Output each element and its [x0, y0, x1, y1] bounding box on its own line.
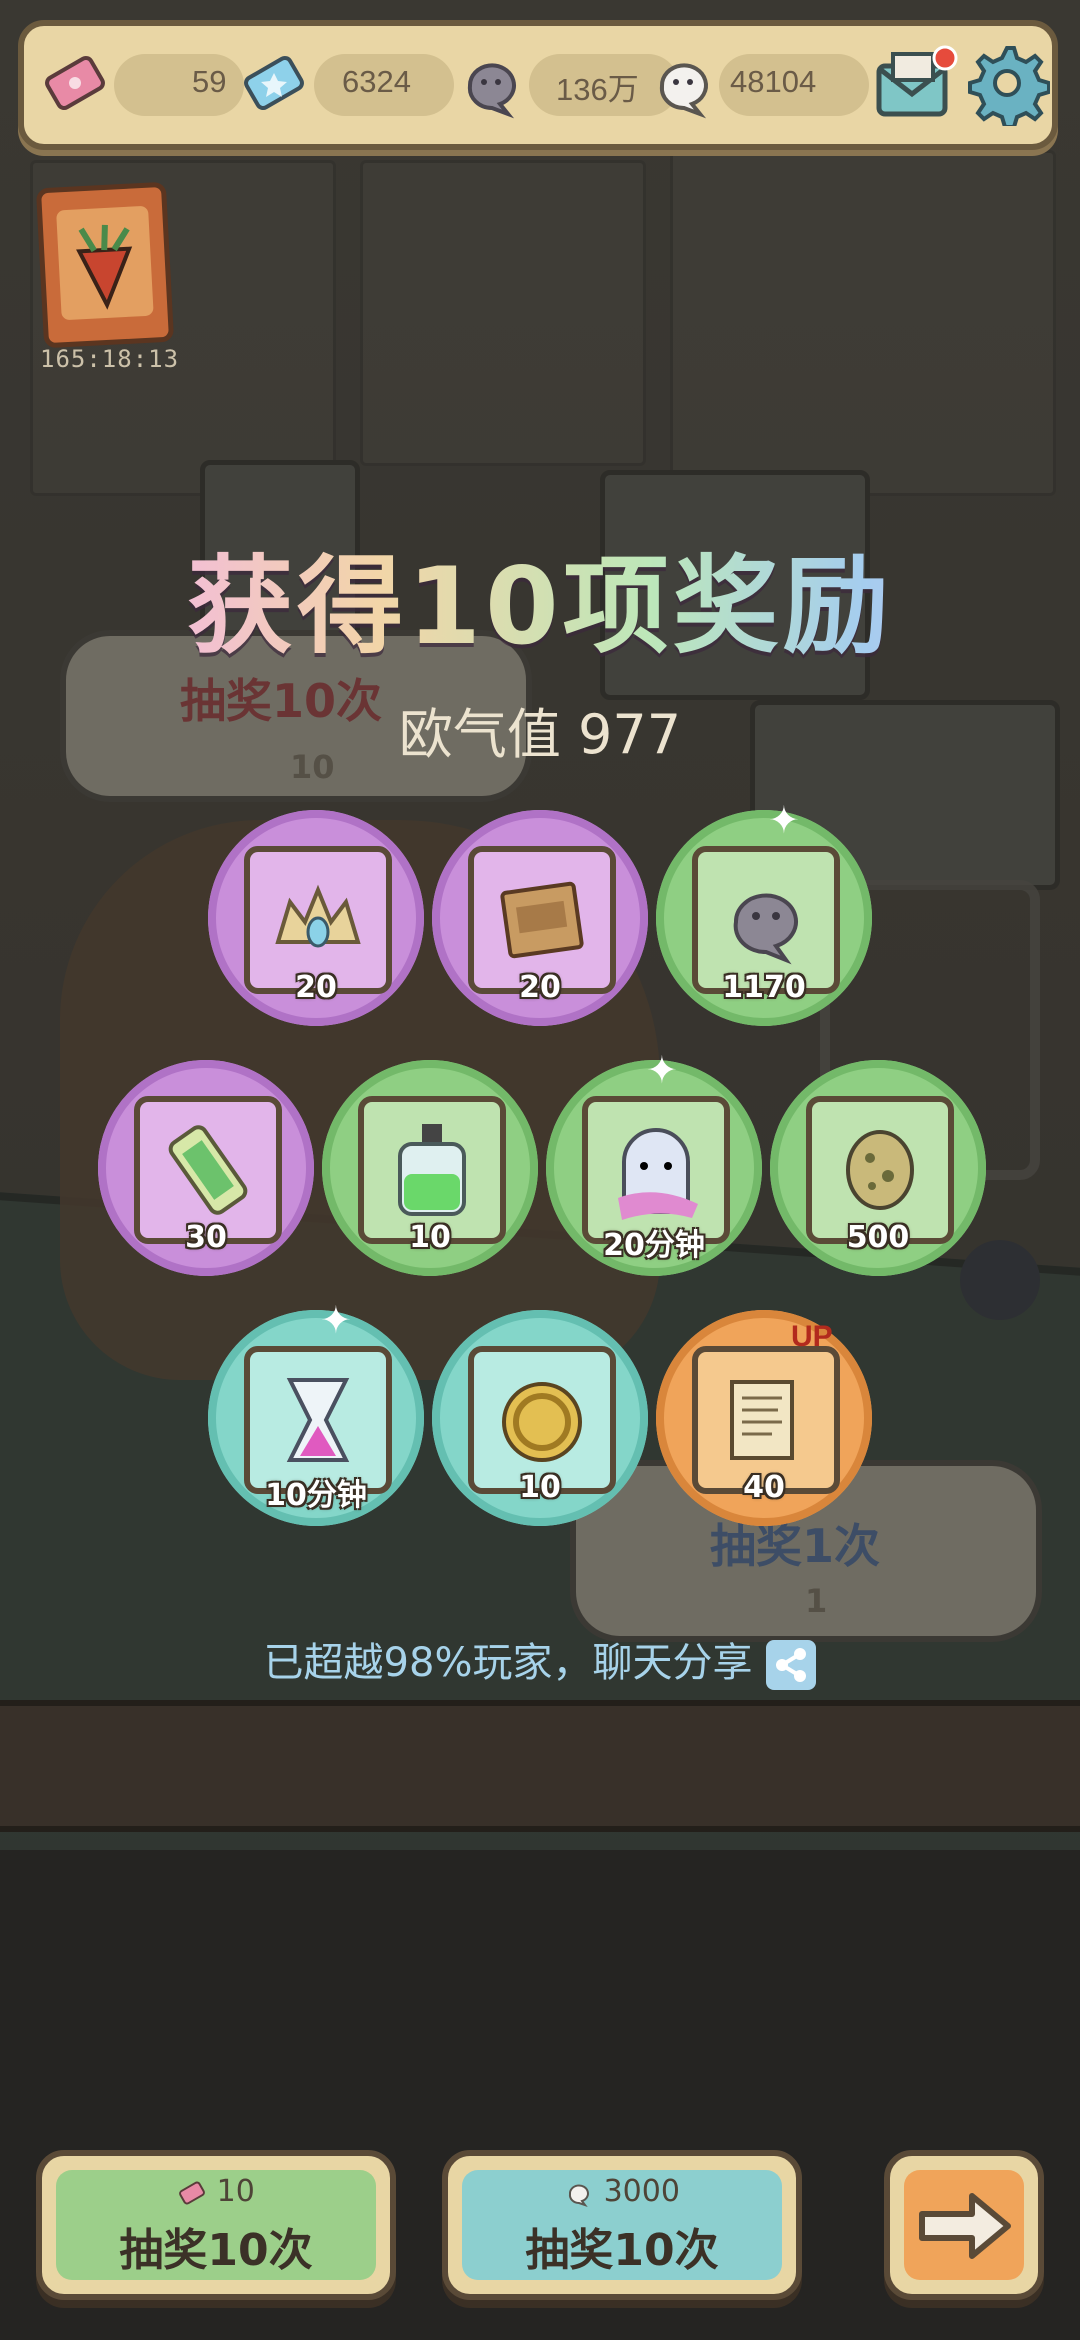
resource-bar: 59 6324 136万 48104 [18, 20, 1058, 150]
up-badge: UP [791, 1320, 833, 1353]
share-text: 已超越98%玩家，聊天分享 [263, 1640, 753, 1686]
blue-ticket-icon [244, 55, 304, 111]
sparkle-icon: ✦ [768, 798, 800, 842]
scroll-tube-icon [168, 1125, 248, 1215]
luck-value: 欧气值 977 [398, 703, 682, 766]
blue-ticket-count: 6324 [342, 64, 411, 99]
reward-item[interactable]: 20分钟 ✦ [546, 1048, 762, 1276]
coin-icon [502, 1382, 582, 1462]
reward-item[interactable]: 30 [98, 1060, 314, 1276]
event-card[interactable] [35, 181, 175, 349]
reward-item[interactable]: 10 [322, 1060, 538, 1276]
ghost-icon [618, 1128, 698, 1220]
result-title: 获得10项奖励 [0, 520, 1080, 674]
sparkle-icon: ✦ [320, 1298, 352, 1342]
settings-gear-icon[interactable] [964, 40, 1050, 126]
ticket-draw-cost: 10 [42, 2174, 390, 2209]
white-spirit-icon [659, 63, 708, 119]
bg-draw1-cost: 1 [805, 1582, 828, 1620]
white-spirit-count: 48104 [730, 64, 817, 99]
spirit-icon [569, 2183, 589, 2207]
mail-icon[interactable] [869, 40, 959, 130]
plaque-icon [500, 881, 584, 959]
reward-item[interactable]: 20 [432, 810, 648, 1026]
carrot-icon [76, 224, 133, 310]
ticket-icon [179, 2181, 206, 2204]
crown-icon [275, 884, 361, 948]
ticket-count: 59 [192, 64, 227, 99]
virus-icon [846, 1130, 914, 1210]
ticket-draw-label: 抽奖10次 [119, 2225, 313, 2276]
reward-item[interactable]: 40 UP [656, 1310, 872, 1526]
event-timer: 165:18:13 [40, 345, 180, 373]
hourglass-icon [286, 1378, 350, 1462]
reward-item[interactable]: 1170 ✦ [656, 798, 872, 1026]
next-arrow-button[interactable] [884, 2150, 1044, 2300]
potion-icon [398, 1124, 466, 1216]
sparkle-icon: ✦ [646, 1048, 678, 1092]
share-row[interactable]: 已超越98%玩家，聊天分享 [0, 1630, 1080, 1690]
reward-item[interactable]: 20 [208, 810, 424, 1026]
grey-spirit-icon [467, 63, 516, 119]
spirit-draw-cost: 3000 [448, 2174, 796, 2209]
grey-spirit-count: 136万 [556, 72, 639, 107]
share-icon[interactable] [766, 1640, 817, 1690]
reward-item[interactable]: 10 [432, 1310, 648, 1526]
spirit-draw-label: 抽奖10次 [525, 2225, 719, 2276]
reward-item[interactable]: 500 [770, 1060, 986, 1276]
parchment-icon [730, 1380, 794, 1460]
ticket-draw-button[interactable]: 10 抽奖10次 [36, 2150, 396, 2300]
reward-item[interactable]: 10分钟 ✦ [208, 1298, 424, 1526]
spirit-draw-button[interactable]: 3000 抽奖10次 [442, 2150, 802, 2300]
spirit-icon [733, 893, 798, 965]
ticket-icon [45, 55, 105, 111]
arrow-right-icon [919, 2193, 1011, 2259]
